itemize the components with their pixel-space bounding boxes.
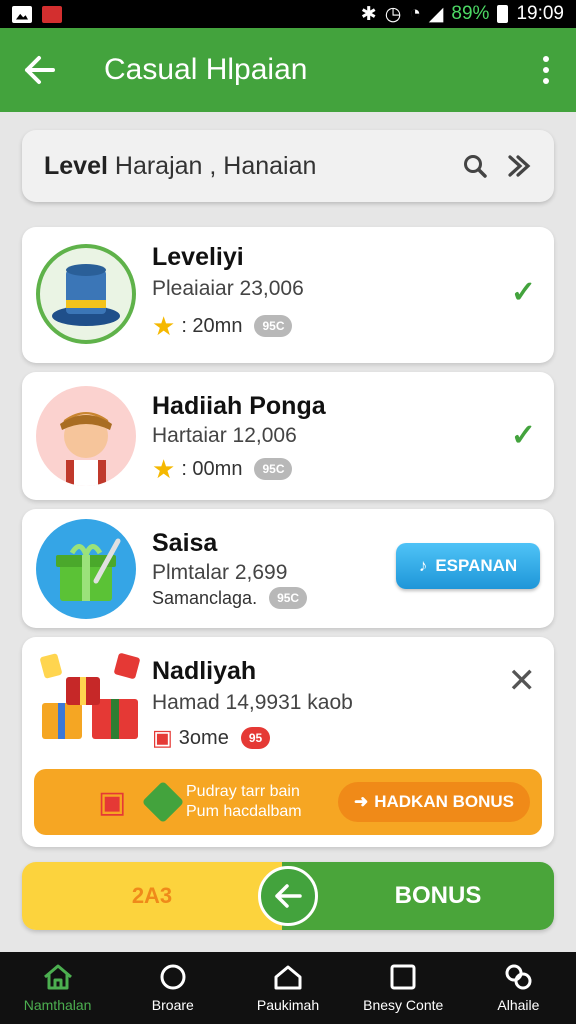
card-subtitle: Hartaiar 12,006 [152,424,297,447]
nav-item-ranking[interactable]: Paukimah [230,952,345,1024]
link-icon [505,964,532,990]
image-notification-icon [12,5,32,23]
expand-button[interactable]: ♪ ESPANAN [396,543,540,589]
status-notification-icons [12,5,62,23]
square-icon [390,964,416,990]
status-system-icons: ✱ ◷ ◔ ◢ 89% 19:09 [361,3,564,26]
card-subtitle: Pleaiaiar 23,006 [152,277,304,300]
search-input-bold: Level [44,151,108,180]
nav-item-label: Alhaile [497,997,540,1013]
arrow-right-icon: ➜ [353,792,369,811]
card-title: Saisa [152,529,218,557]
nav-item-home[interactable]: Namthalan [0,952,115,1024]
nav-item-content[interactable]: Bnesy Conte [346,952,461,1024]
card-meta: Samanclaga. 95C [152,587,308,609]
wifi-icon: ◔ [409,3,421,24]
card-meta: ▣ 3ome 95 [152,725,271,751]
list-item[interactable]: Leveliyi Pleaiaiar 23,006 ★ : 20mn 95C ✓ [22,227,554,363]
diamond-icon [141,780,185,824]
card-subtitle: Plmtalar 2,699 [152,561,288,584]
gift-boxes-icon [40,653,140,739]
card-title: Hadiiah Ponga [152,392,326,420]
nav-item-browse[interactable]: Broare [115,952,230,1024]
card-subtitle: Hamad 14,9931 kaob [152,691,353,714]
star-icon: ★ [152,311,176,341]
search-input[interactable]: Level Harajan , Hanaian [44,152,316,181]
star-icon: ★ [152,454,176,484]
bonus-label: BONUS [282,862,554,930]
bonus-button-label: HADKAN BONUS [374,792,514,811]
app-bar: Casual Hlpaian [0,28,576,112]
battery-percent: 89% [451,3,490,24]
card-title: Leveliyi [152,243,244,271]
house-icon [274,965,302,990]
search-icon[interactable] [462,153,488,179]
card-meta-text: Samanclaga. [152,587,258,608]
battery-icon [497,5,509,23]
search-bar[interactable]: Level Harajan , Hanaian [22,130,554,202]
music-icon: ♪ [418,556,428,575]
person-icon [60,412,112,486]
gift-avatar [36,519,136,619]
list-item[interactable]: Saisa Plmtalar 2,699 Samanclaga. 95C ♪ E… [22,509,554,628]
bottom-navigation: Namthalan Broare Paukimah Bnesy Conte Al… [0,952,576,1024]
card-meta-text: : 00mn [181,457,243,480]
arrow-left-icon [25,56,55,84]
status-badge: 95C [269,587,308,609]
bonus-value: 2A3 [22,862,282,930]
filter-icon[interactable] [506,153,532,179]
page-title: Casual Hlpaian [104,53,308,86]
home-icon [43,964,72,990]
promo-banner[interactable]: ▣ Pudray tarr bain Pum hacdalbam ➜ HADKA… [34,769,542,835]
clock: 19:09 [516,3,564,24]
list-item[interactable]: Nadliyah Hamad 14,9931 kaob ▣ 3ome 95 ✕ … [22,637,554,847]
pdf-notification-icon [42,5,62,23]
card-title: Nadliyah [152,657,257,685]
card-meta-text: 3ome [178,726,229,749]
hat-avatar [36,244,136,344]
promo-line-1: Pudray tarr bain [186,783,300,800]
slider-handle[interactable] [258,866,318,926]
expand-button-label: ESPANAN [435,556,518,575]
arrow-left-icon [275,884,302,908]
close-icon[interactable]: ✕ [508,661,537,701]
bonus-button[interactable]: ➜ HADKAN BONUS [337,782,530,822]
person-avatar [36,386,136,486]
nav-item-label: Bnesy Conte [363,997,444,1013]
checkmark-icon[interactable]: ✓ [511,418,536,453]
status-badge: 95 [240,727,271,749]
more-dot-icon [543,67,549,73]
gifts-illustration [36,649,146,749]
back-button[interactable] [0,28,80,112]
nav-item-label: Paukimah [256,997,320,1013]
gift-icon [56,538,121,601]
more-options-button[interactable] [516,56,576,84]
more-dot-icon [543,78,549,84]
promo-line-2: Pum hacdalbam [186,803,302,820]
more-dot-icon [543,56,549,62]
circle-icon [160,964,186,990]
nav-item-profile[interactable]: Alhaile [461,952,576,1024]
signal-icon: ◢ [428,3,444,25]
status-badge: 95C [254,315,293,337]
status-bar: ✱ ◷ ◔ ◢ 89% 19:09 [0,0,576,28]
card-meta: ★ : 20mn 95C [152,311,293,341]
list-item[interactable]: Hadiiah Ponga Hartaiar 12,006 ★ : 00mn 9… [22,372,554,500]
promo-text: Pudray tarr bain Pum hacdalbam [186,782,302,822]
nav-item-label: Namthalan [23,997,92,1013]
alarm-icon: ◷ [384,3,402,25]
card-meta-text: : 20mn [181,314,243,337]
gift-icon: ▣ [98,786,127,819]
checkmark-icon[interactable]: ✓ [511,275,536,310]
card-meta: ★ : 00mn 95C [152,454,293,484]
top-hat-icon [52,264,120,326]
bluetooth-icon: ✱ [360,3,377,25]
search-input-text: Harajan , Hanaian [107,151,317,180]
nav-item-label: Broare [151,997,194,1013]
gift-icon: ▣ [152,725,173,750]
status-badge: 95C [254,458,293,480]
